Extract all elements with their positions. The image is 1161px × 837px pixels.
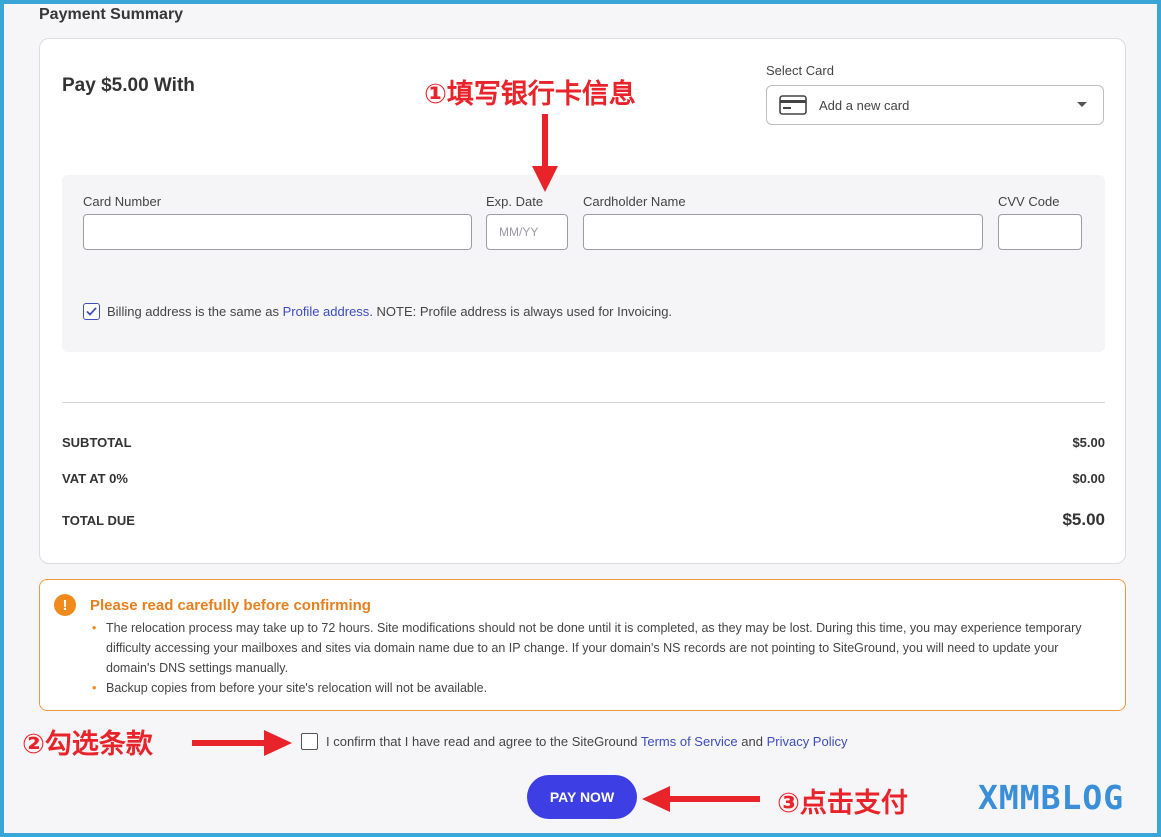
total-due-label: TOTAL DUE xyxy=(62,512,135,528)
terms-text-and: and xyxy=(737,734,767,749)
vat-row: VAT AT 0% $0.00 xyxy=(62,471,1105,486)
arrow-left-icon xyxy=(642,786,760,812)
arrow-right-icon xyxy=(192,730,292,756)
subtotal-value: $5.00 xyxy=(1072,435,1105,450)
exp-date-label: Exp. Date xyxy=(486,194,544,209)
exp-date-input[interactable] xyxy=(486,214,568,250)
card-details-panel: Card Number Exp. Date Cardholder Name CV… xyxy=(62,175,1105,352)
billing-address-row: Billing address is the same as Profile a… xyxy=(83,303,672,320)
annotation-step1: ①填写银行卡信息 xyxy=(424,79,636,110)
payment-summary-card: Pay $5.00 With Select Card Add a new car… xyxy=(39,38,1126,564)
annotation-step2: ②勾选条款 xyxy=(22,729,153,760)
page-title: Payment Summary xyxy=(39,6,184,23)
pay-now-button[interactable]: PAY NOW xyxy=(527,775,637,819)
terms-of-service-link[interactable]: Terms of Service xyxy=(641,734,738,749)
privacy-policy-link[interactable]: Privacy Policy xyxy=(767,734,848,749)
profile-address-link[interactable]: Profile address xyxy=(283,304,370,319)
vat-label: VAT AT 0% xyxy=(62,471,128,486)
card-number-label: Card Number xyxy=(83,194,162,209)
select-card-value: Add a new card xyxy=(819,97,910,113)
terms-text: I confirm that I have read and agree to … xyxy=(326,734,848,749)
warning-title: Please read carefully before confirming xyxy=(90,597,371,614)
annotation-step3: ③点击支付 xyxy=(777,788,908,819)
chevron-down-icon xyxy=(1077,102,1087,107)
divider xyxy=(62,402,1105,403)
terms-text-start: I confirm that I have read and agree to … xyxy=(326,734,641,749)
card-number-input[interactable] xyxy=(83,214,472,250)
warning-list: The relocation process may take up to 72… xyxy=(90,618,1110,698)
select-card-label: Select Card xyxy=(766,63,834,78)
cardholder-name-label: Cardholder Name xyxy=(583,194,686,209)
cvv-label: CVV Code xyxy=(998,194,1060,209)
credit-card-icon xyxy=(779,95,807,115)
exclamation-icon: ! xyxy=(54,594,76,616)
warning-notice: ! Please read carefully before confirmin… xyxy=(39,579,1126,711)
total-due-value: $5.00 xyxy=(1062,510,1105,529)
list-item: The relocation process may take up to 72… xyxy=(90,618,1110,678)
xmmblog-logo: XMMBLOG xyxy=(978,778,1125,817)
vat-value: $0.00 xyxy=(1072,471,1105,486)
billing-text-end: . NOTE: Profile address is always used f… xyxy=(369,304,673,319)
select-card-dropdown[interactable]: Add a new card xyxy=(766,85,1104,125)
billing-same-checkbox[interactable] xyxy=(83,303,100,320)
terms-confirm-row: I confirm that I have read and agree to … xyxy=(301,733,848,750)
total-due-row: TOTAL DUE $5.00 xyxy=(62,510,1105,530)
cvv-input[interactable] xyxy=(998,214,1082,250)
check-icon xyxy=(86,307,97,316)
billing-text: Billing address is the same as Profile a… xyxy=(107,304,672,319)
cardholder-name-input[interactable] xyxy=(583,214,983,250)
subtotal-label: SUBTOTAL xyxy=(62,435,132,450)
terms-checkbox[interactable] xyxy=(301,733,318,750)
list-item: Backup copies from before your site's re… xyxy=(90,678,1110,698)
billing-text-start: Billing address is the same as xyxy=(107,304,283,319)
arrow-down-icon xyxy=(532,114,558,192)
pay-amount-heading: Pay $5.00 With xyxy=(62,75,195,96)
subtotal-row: SUBTOTAL $5.00 xyxy=(62,435,1105,450)
